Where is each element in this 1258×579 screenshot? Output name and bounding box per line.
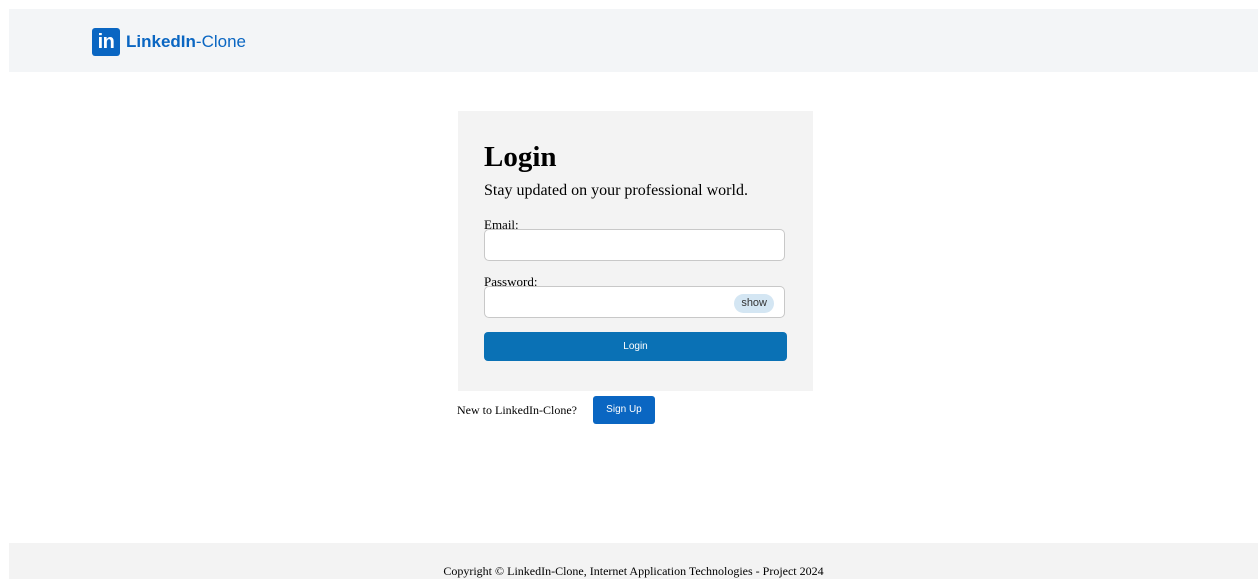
sign-up-button[interactable]: Sign Up [592, 396, 655, 424]
top-header: in LinkedIn-Clone [9, 9, 1258, 72]
linkedin-logo-icon: in [92, 28, 120, 56]
login-button[interactable]: Login [484, 332, 787, 361]
password-field[interactable]: show [484, 286, 785, 318]
signup-row: New to LinkedIn-Clone? Sign Up [457, 396, 655, 424]
logo-suffix: -Clone [195, 32, 246, 51]
page-title: Login [484, 141, 557, 173]
login-card: Login Stay updated on your professional … [458, 111, 813, 391]
show-password-button[interactable]: show [734, 294, 774, 313]
footer-copyright: Copyright © LinkedIn-Clone, Internet App… [443, 564, 824, 578]
logo[interactable]: in LinkedIn-Clone [92, 26, 246, 58]
email-field[interactable] [484, 229, 785, 261]
signup-prompt: New to LinkedIn-Clone? [457, 402, 577, 417]
login-subtitle: Stay updated on your professional world. [484, 182, 748, 199]
logo-text: LinkedIn-Clone [126, 32, 246, 52]
logo-name: LinkedIn [126, 32, 196, 51]
footer: Copyright © LinkedIn-Clone, Internet App… [9, 543, 1258, 579]
